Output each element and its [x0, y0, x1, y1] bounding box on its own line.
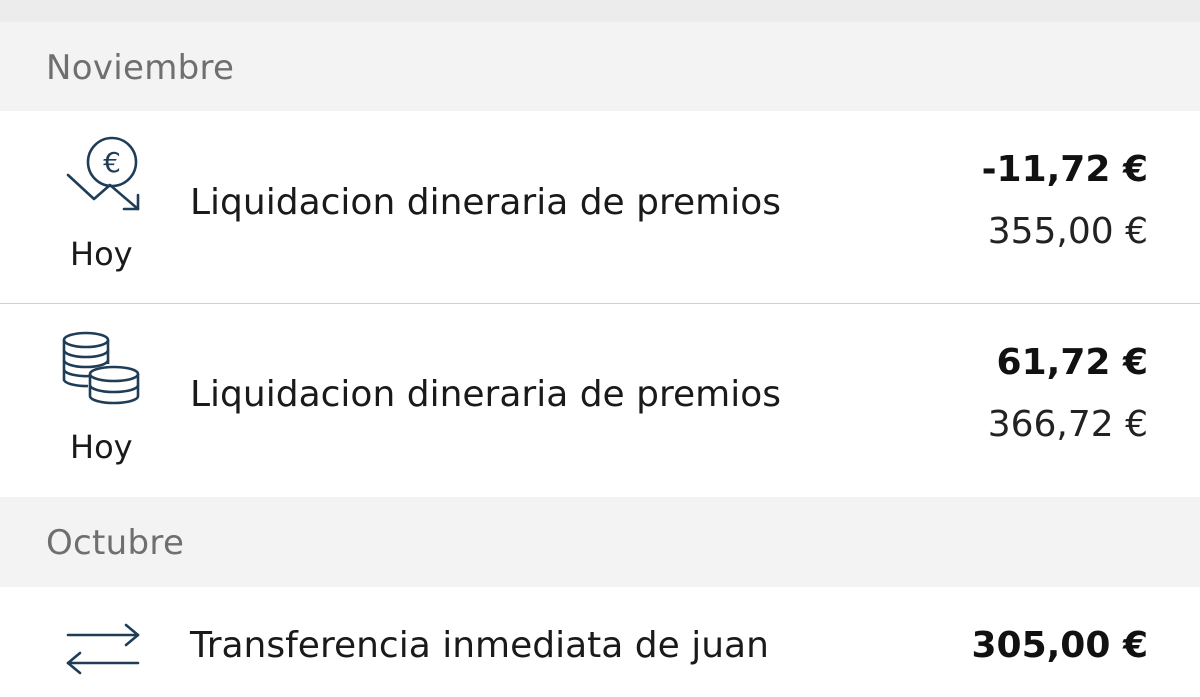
transaction-title: Liquidacion dineraria de premios [190, 182, 782, 223]
transaction-title: Liquidacion dineraria de premios [190, 374, 782, 415]
section-month-label: Noviembre [46, 48, 235, 88]
transaction-balance: 355,00 € [987, 211, 1148, 252]
section-header-noviembre: Noviembre [0, 22, 1200, 111]
transaction-title: Transferencia inmediata de juan [190, 625, 769, 666]
transaction-row[interactable]: € Hoy Liquidacion dineraria de premios -… [0, 111, 1200, 303]
coins-stack-icon [62, 331, 140, 405]
svg-text:€: € [103, 146, 121, 179]
section-header-octubre: Octubre [0, 497, 1200, 587]
transaction-row[interactable]: Hoy Liquidacion dineraria de premios 61,… [0, 304, 1200, 497]
transaction-date: Hoy [70, 235, 133, 273]
transaction-amount: 305,00 € [971, 625, 1148, 666]
top-strip [0, 0, 1200, 22]
transaction-amount: -11,72 € [981, 149, 1148, 190]
transfer-arrows-icon [66, 623, 140, 675]
section-month-label: Octubre [46, 523, 185, 563]
transaction-date: Hoy [70, 428, 133, 466]
euro-down-arrow-icon: € [66, 136, 140, 211]
transaction-balance: 366,72 € [987, 404, 1148, 445]
transaction-amount: 61,72 € [996, 342, 1148, 383]
transaction-row[interactable]: Transferencia inmediata de juan 305,00 € [0, 587, 1200, 679]
